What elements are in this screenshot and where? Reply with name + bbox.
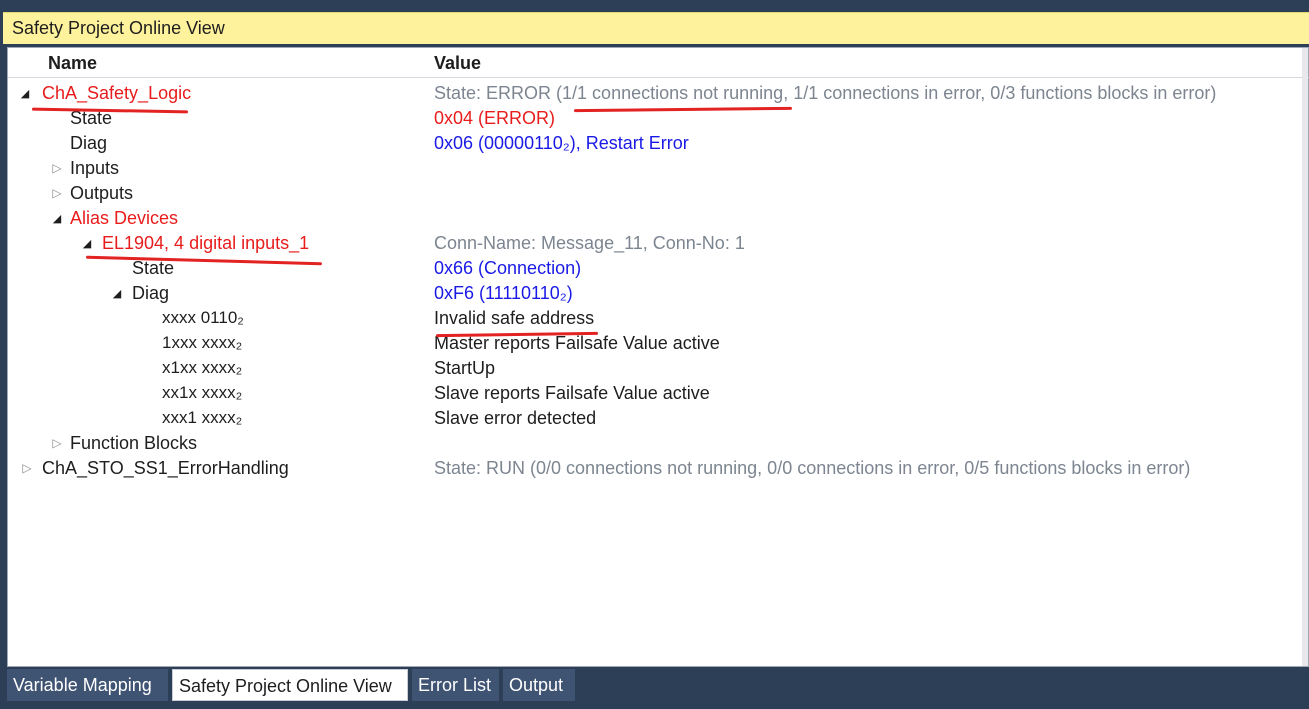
tab-error-list[interactable]: Error List [412,669,499,701]
tree-node-name: Inputs [70,158,120,178]
tree-node-value: 0xF6 (11110110₂) [434,283,573,303]
column-header-value[interactable]: Value [434,53,481,74]
vertical-scrollbar[interactable] [1302,48,1308,666]
tree-node-value: StartUp [434,358,496,378]
tree-node-name: State [132,258,175,278]
panel-titlebar[interactable]: Safety Project Online View [3,12,1309,44]
tree-node-value: Slave reports Failsafe Value active [434,383,710,403]
tree-node-name: Function Blocks [70,433,198,453]
tree-row-diag-bit[interactable]: x1xx xxxx₂ StartUp [8,358,1298,383]
tree-row-diag-bit[interactable]: xx1x xxxx₂ Slave reports Failsafe Value … [8,383,1298,408]
column-header-name[interactable]: Name [48,53,97,74]
tree-row-diag-bit[interactable]: 1xxx xxxx₂ Master reports Failsafe Value… [8,333,1298,358]
ide-window: Safety Project Online View Name Value ◢ … [0,0,1309,709]
tree-row-cha-sto-ss1[interactable]: ▷ ChA_STO_SS1_ErrorHandling State: RUN (… [8,458,1298,483]
tab-safety-project-online-view[interactable]: Safety Project Online View [172,669,408,701]
tree-row-conn-diag[interactable]: ◢ Diag 0xF6 (11110110₂) [8,283,1298,308]
tree-node-value: Conn-Name: Message_11, Conn-No: 1 [434,233,745,253]
tree-row-diag-bit[interactable]: xxx1 xxxx₂ Slave error detected [8,408,1298,433]
tree-node-value: 0x04 (ERROR) [434,108,556,128]
tree-row-outputs[interactable]: ▷ Outputs [8,183,1298,208]
tree-row-diag[interactable]: Diag 0x06 (00000110₂), Restart Error [8,133,1298,158]
collapse-triangle-icon[interactable]: ▷ [50,436,64,450]
tree-row-alias-devices[interactable]: ◢ Alias Devices [8,208,1298,233]
tree-node-name: xxx1 xxxx₂ [162,408,243,427]
expand-triangle-icon[interactable]: ◢ [110,287,124,300]
tree-node-name: xxxx 0110₂ [162,308,244,327]
tree-node-name: EL1904, 4 digital inputs_1 [102,233,310,253]
collapse-triangle-icon[interactable]: ▷ [20,461,34,475]
tree-row-diag-bit[interactable]: xxxx 0110₂ Invalid safe address [8,308,1298,333]
tab-output[interactable]: Output [503,669,575,701]
expand-triangle-icon[interactable]: ◢ [18,87,32,100]
collapse-triangle-icon[interactable]: ▷ [50,161,64,175]
tree-row-inputs[interactable]: ▷ Inputs [8,158,1298,183]
tree-row-el1904[interactable]: ◢ EL1904, 4 digital inputs_1 Conn-Name: … [8,233,1298,258]
tree-row-cha-safety-logic[interactable]: ◢ ChA_Safety_Logic State: ERROR (1/1 con… [8,83,1298,108]
collapse-triangle-icon[interactable]: ▷ [50,186,64,200]
bottom-tab-bar: Variable Mapping Safety Project Online V… [0,668,1309,709]
tree-node-name: xx1x xxxx₂ [162,383,243,402]
tree-node-name: Diag [132,283,170,303]
expand-triangle-icon[interactable]: ◢ [50,212,64,225]
tree-node-name: ChA_STO_SS1_ErrorHandling [42,458,289,478]
tree-node-value: 0x66 (Connection) [434,258,582,278]
expand-triangle-icon[interactable]: ◢ [80,237,94,250]
tree-node-name: Alias Devices [70,208,179,228]
tree-node-value: 0x06 (00000110₂), Restart Error [434,133,689,153]
tree-row-state[interactable]: State 0x04 (ERROR) [8,108,1298,133]
panel-title: Safety Project Online View [12,18,225,38]
header-divider [8,77,1309,78]
online-view-panel: Name Value ◢ ChA_Safety_Logic State: ERR… [7,47,1309,667]
tree-node-value: State: RUN (0/0 connections not running,… [434,458,1191,478]
tree-node-value: Slave error detected [434,408,597,428]
tree-node-name: Outputs [70,183,134,203]
tab-variable-mapping[interactable]: Variable Mapping [7,669,168,701]
tree-node-name: x1xx xxxx₂ [162,358,243,377]
tree-node-value: State: ERROR (1/1 connections not runnin… [434,83,1217,103]
tree-node-name: 1xxx xxxx₂ [162,333,243,352]
tree-row-function-blocks[interactable]: ▷ Function Blocks [8,433,1298,458]
tree-node-name: Diag [70,133,108,153]
tree-node-name: ChA_Safety_Logic [42,83,192,103]
tree-node-value: Invalid safe address [434,308,595,328]
